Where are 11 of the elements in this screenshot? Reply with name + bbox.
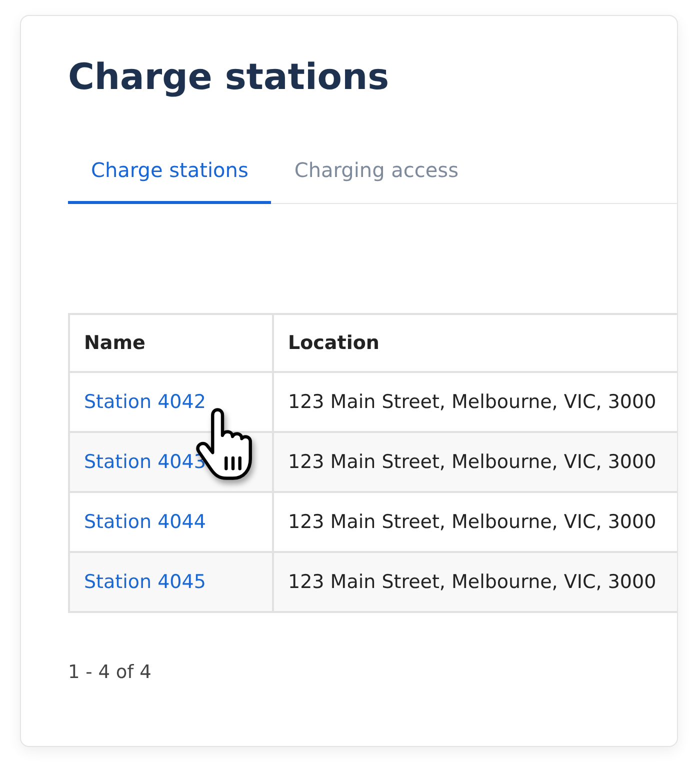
tab[interactable]: Charging access — [271, 136, 482, 204]
station-link[interactable]: Station 4042 — [84, 391, 206, 413]
table-cell: 123 Main Street, Melbourne, VIC, 3000 — [273, 552, 677, 612]
column-header: Name — [69, 314, 273, 372]
page-title: Charge stations — [68, 56, 390, 100]
tab[interactable]: Charge stations — [68, 136, 272, 204]
station-link[interactable]: Station 4044 — [84, 511, 206, 533]
table-cell: 123 Main Street, Melbourne, VIC, 3000 — [273, 432, 677, 492]
pagination-summary: 1 - 4 of 4 — [68, 661, 152, 685]
column-header: Location — [273, 314, 677, 372]
station-link[interactable]: Station 4045 — [84, 571, 206, 593]
